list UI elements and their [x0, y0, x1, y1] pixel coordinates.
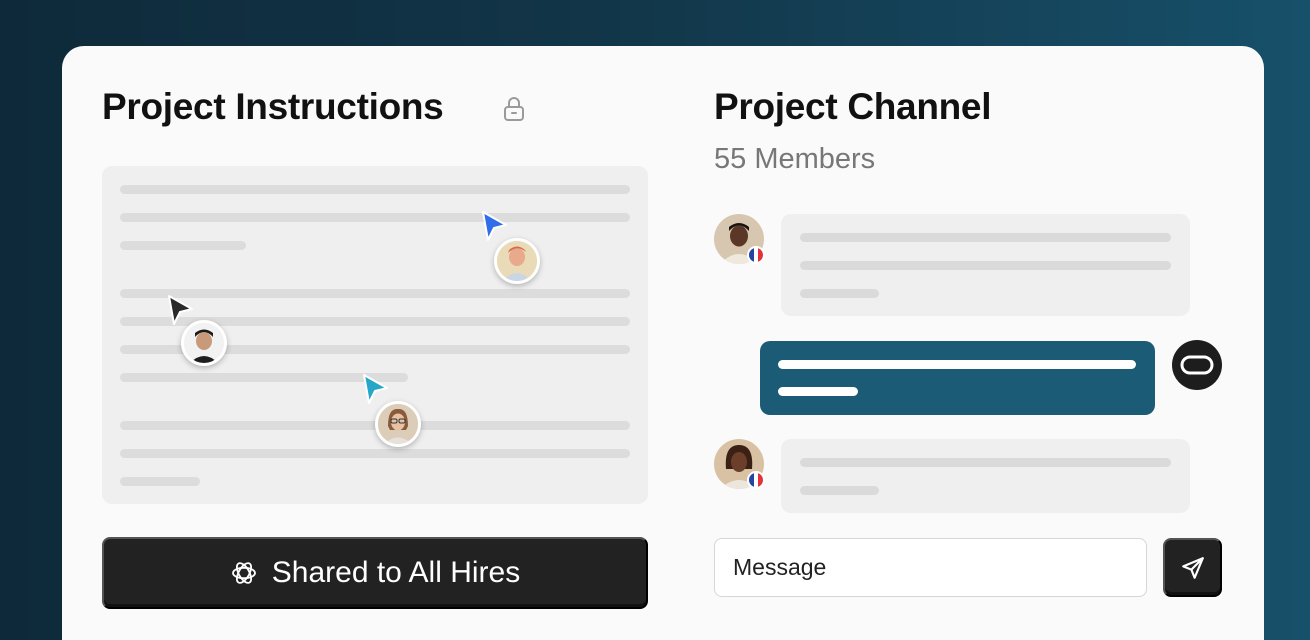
france-flag-icon — [747, 471, 765, 489]
text-line — [120, 289, 630, 298]
shared-to-all-hires-button[interactable]: Shared to All Hires — [102, 537, 648, 609]
incoming-message — [781, 214, 1190, 316]
openai-knot-icon — [231, 562, 256, 584]
text-line — [120, 185, 630, 194]
shared-button-label: Shared to All Hires — [271, 556, 521, 589]
project-instructions-title: Project Instructions — [102, 86, 444, 127]
outgoing-message — [760, 341, 1155, 415]
france-flag-icon — [747, 246, 765, 264]
send-icon — [1181, 556, 1204, 579]
members-count: 55 Members — [714, 143, 876, 175]
collaborator-avatar — [375, 401, 421, 447]
collaborator-avatar — [494, 238, 540, 284]
text-line — [120, 449, 630, 458]
send-button[interactable] — [1163, 538, 1222, 597]
collaborator-cursor-icon — [482, 211, 507, 241]
collaborator-cursor-icon — [363, 374, 388, 404]
bot-avatar-icon — [1172, 340, 1222, 390]
lock-icon — [504, 97, 524, 121]
collaborator-avatar — [181, 320, 227, 366]
text-line — [120, 213, 630, 222]
instructions-document[interactable] — [102, 166, 648, 504]
project-channel-title: Project Channel — [714, 86, 992, 127]
message-input[interactable] — [714, 538, 1147, 597]
incoming-message — [781, 439, 1190, 513]
main-card: Project Instructions Shared to All Hires… — [62, 46, 1264, 640]
text-line — [120, 477, 200, 486]
text-line — [120, 241, 246, 250]
